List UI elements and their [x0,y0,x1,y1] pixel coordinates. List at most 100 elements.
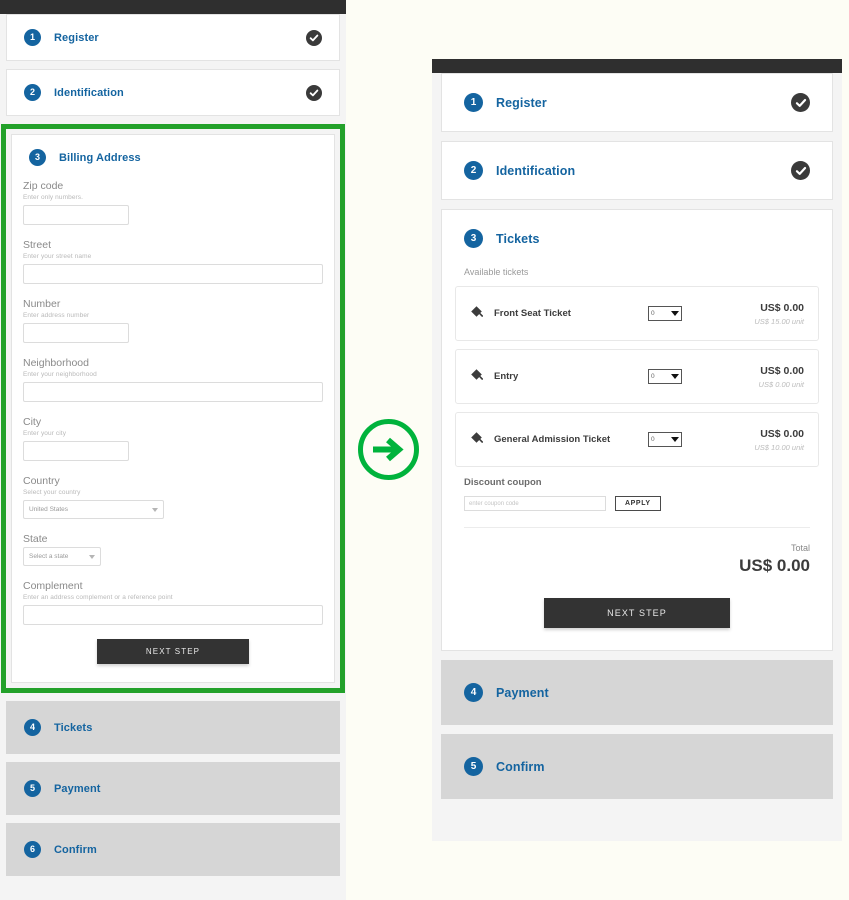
step-header[interactable]: 2 Identification [7,70,339,115]
ticket-tag-icon [470,368,483,386]
step-card-identification[interactable]: 2 Identification [441,141,833,200]
check-circle-icon [791,93,810,112]
ticket-name: Entry [494,371,519,382]
chevron-down-icon [152,507,158,512]
next-step-button[interactable]: NEXT STEP [97,639,249,664]
highlight-box-billing-address: 3 Billing Address Zip code Enter only nu… [1,124,345,693]
field-label: Country [23,475,60,487]
step-card-identification[interactable]: 2 Identification [6,69,340,116]
ticket-unit-price: US$ 10.00 unit [754,442,804,452]
step-number-badge: 4 [24,719,41,736]
total-value: US$ 0.00 [739,556,810,575]
step-card-register[interactable]: 1 Register [441,73,833,132]
check-circle-icon [306,84,322,101]
field-state: State Select a state [23,533,323,566]
ticket-tag-icon [470,305,483,323]
ticket-price-group: US$ 0.00 US$ 10.00 unit [712,428,804,452]
step-header[interactable]: 6 Confirm [7,824,339,875]
step-header[interactable]: 5 Confirm [442,735,832,798]
ticket-price-group: US$ 0.00 US$ 0.00 unit [712,365,804,389]
next-step-button[interactable]: NEXT STEP [544,598,730,628]
ticket-quantity-select[interactable]: 0 [648,369,682,384]
coupon-code-input[interactable]: enter coupon code [464,496,606,511]
city-input[interactable] [23,441,129,461]
field-street: Street Enter your street name [23,239,323,284]
step-title: Payment [54,782,101,795]
step-number-badge: 1 [24,29,41,46]
step-card-register[interactable]: 1 Register [6,14,340,61]
step-header[interactable]: 4 Payment [442,661,832,724]
step-number-badge: 2 [464,161,483,180]
step-header[interactable]: 1 Register [442,74,832,131]
total-label: Total [790,543,810,553]
ticket-quantity-select[interactable]: 0 [648,432,682,447]
left-panel-topbar [0,0,346,14]
step-card-billing-address[interactable]: 3 Billing Address Zip code Enter only nu… [11,134,335,683]
country-select[interactable]: United States [23,500,164,519]
ticket-quantity-value: 0 [651,436,655,443]
number-input[interactable] [23,323,129,343]
field-hint: Enter only numbers. [23,194,84,201]
step-title: Register [54,31,99,44]
ticket-row[interactable]: General Admission Ticket 0 US$ 0.00 US$ … [455,412,819,467]
country-select-value: United States [29,506,69,513]
field-zip-code: Zip code Enter only numbers. [23,180,323,225]
step-number-badge: 5 [24,780,41,797]
field-label: City [23,416,42,428]
ticket-unit-price: US$ 0.00 unit [758,379,804,389]
field-label: Neighborhood [23,357,89,369]
screenshot-stage: 1 Register 2 Identification 3 Billing Ad… [0,0,849,900]
step-header[interactable]: 3 Tickets [442,210,832,267]
step-header[interactable]: 3 Billing Address [12,135,334,180]
step-number-badge: 5 [464,757,483,776]
field-neighborhood: Neighborhood Enter your neighborhood [23,357,323,402]
step-header[interactable]: 1 Register [7,15,339,60]
ticket-line-total: US$ 0.00 [760,364,804,377]
ticket-quantity-select[interactable]: 0 [648,306,682,321]
order-total: Total US$ 0.00 [455,528,819,576]
step-title: Identification [496,163,576,178]
step-header[interactable]: 4 Tickets [7,702,339,753]
ticket-name: General Admission Ticket [494,434,611,445]
state-select[interactable]: Select a state [23,547,101,566]
field-label: Zip code [23,180,64,192]
step-title: Identification [54,86,124,99]
step-number-badge: 1 [464,93,483,112]
field-label: Complement [23,580,83,592]
step-title: Confirm [496,759,545,774]
ticket-price-group: US$ 0.00 US$ 15.00 unit [712,302,804,326]
field-number: Number Enter address number [23,298,323,343]
apply-coupon-button[interactable]: APPLY [615,496,661,511]
right-checkout-panel: 1 Register 2 Identification 3 Tickets Av… [432,59,842,841]
arrow-right-circle-icon [358,419,419,480]
step-header[interactable]: 5 Payment [7,763,339,814]
ticket-row[interactable]: Entry 0 US$ 0.00 US$ 0.00 unit [455,349,819,404]
complement-input[interactable] [23,605,323,625]
ticket-line-total: US$ 0.00 [760,427,804,440]
zip-code-input[interactable] [23,205,129,225]
step-title: Billing Address [59,151,141,164]
step-card-confirm[interactable]: 5 Confirm [441,734,833,799]
field-label: Number [23,298,61,310]
step-header[interactable]: 2 Identification [442,142,832,199]
neighborhood-input[interactable] [23,382,323,402]
discount-coupon-label: Discount coupon [464,477,542,488]
field-hint: Enter address number [23,312,90,319]
step-title: Confirm [54,843,97,856]
chevron-down-icon [671,311,679,316]
right-panel-topbar [432,59,842,73]
step-card-confirm[interactable]: 6 Confirm [6,823,340,876]
step-card-payment[interactable]: 4 Payment [441,660,833,725]
chevron-down-icon [671,374,679,379]
step-card-tickets[interactable]: 4 Tickets [6,701,340,754]
step-number-badge: 4 [464,683,483,702]
step-card-payment[interactable]: 5 Payment [6,762,340,815]
field-label: Street [23,239,52,251]
ticket-row[interactable]: Front Seat Ticket 0 US$ 0.00 US$ 15.00 u… [455,286,819,341]
ticket-line-total: US$ 0.00 [760,301,804,314]
step-title: Register [496,95,547,110]
street-input[interactable] [23,264,323,284]
step-card-tickets[interactable]: 3 Tickets Available tickets Front Seat T… [441,209,833,651]
ticket-quantity-value: 0 [651,310,655,317]
field-label: State [23,533,48,545]
